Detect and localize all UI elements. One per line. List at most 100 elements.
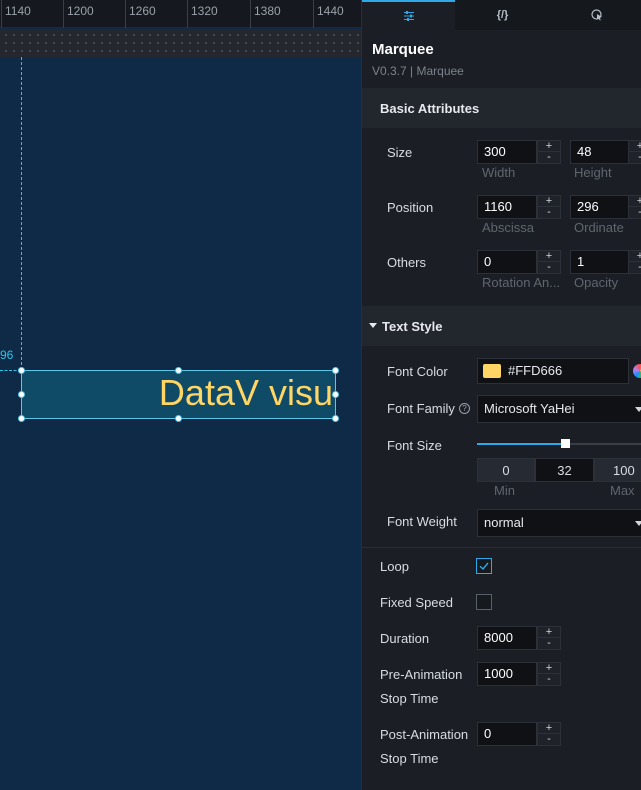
chevron-down-icon [635,407,641,412]
rotation-stepper[interactable]: + - [537,250,561,274]
duration-stepper[interactable]: + - [537,626,561,650]
resize-handle-top-left[interactable] [18,367,25,374]
color-swatch [483,364,501,378]
rotation-caption: Rotation An... [482,275,561,290]
position-label: Position [387,200,434,215]
text-style-header[interactable]: Text Style [362,306,641,346]
help-icon[interactable]: ? [459,403,470,414]
size-label: Size [387,145,413,160]
component-title: Marquee [372,41,434,58]
resize-handle-left[interactable] [18,391,25,398]
ruler-tick [63,0,64,28]
tab-interaction[interactable] [550,0,641,30]
opacity-input[interactable]: 1 [570,250,630,274]
width-caption: Width [482,165,516,180]
post-animation-input[interactable]: 0 [477,722,537,746]
decrement-button[interactable]: - [629,207,641,218]
font-weight-label: Font Weight [387,514,457,529]
decrement-button[interactable]: - [538,207,560,218]
design-canvas[interactable]: 1140 1200 1260 1320 1380 1440 96 DataV v… [0,0,361,790]
width-stepper[interactable]: + - [537,140,561,164]
height-stepper[interactable]: + - [628,140,641,164]
font-family-select[interactable]: Microsoft YaHei [477,395,641,423]
resize-handle-bottom-left[interactable] [18,415,25,422]
ruler-tick [313,0,314,28]
tab-data[interactable]: {/} [456,0,549,30]
x-input[interactable]: 1160 [477,195,537,219]
font-size-min-input[interactable]: 0 [477,458,535,482]
max-caption: Max [610,483,635,498]
font-size-max-input[interactable]: 100 [594,458,641,482]
chevron-down-icon [635,521,641,526]
ruler-tick [250,0,251,28]
selected-font-weight: normal [484,515,524,530]
resize-handle-bottom-right[interactable] [332,415,339,422]
pre-animation-input[interactable]: 1000 [477,662,537,686]
resize-handle-right[interactable] [332,391,339,398]
marquee-text: DataV visu [158,372,333,413]
section-title: Basic Attributes [380,101,480,116]
loop-checkbox[interactable] [476,558,492,574]
horizontal-ruler: 1140 1200 1260 1320 1380 1440 [0,0,361,28]
canvas-top-strip [0,29,361,57]
resize-handle-top-right[interactable] [332,367,339,374]
height-input[interactable]: 48 [570,140,630,164]
ruler-tick [1,0,2,28]
ruler-label: 1380 [254,4,281,18]
color-hex-value: #FFD666 [508,363,563,378]
interaction-icon [590,9,602,21]
fixed-speed-label: Fixed Speed [380,595,453,610]
post-animation-stepper[interactable]: + - [537,722,561,746]
section-title: Text Style [382,319,443,334]
component-version: V0.3.7 | Marquee [372,64,464,78]
config-panel: {/} Marquee V0.3.7 | Marquee Basic Attri… [361,0,641,790]
x-caption: Abscissa [482,220,535,235]
ruler-tick [125,0,126,28]
width-input[interactable]: 300 [477,140,537,164]
font-weight-select[interactable]: normal [477,509,641,537]
panel-tabbar: {/} [362,0,641,30]
resize-handle-top[interactable] [175,367,182,374]
opacity-caption: Opacity [574,275,619,290]
pre-animation-stepper[interactable]: + - [537,662,561,686]
x-stepper[interactable]: + - [537,195,561,219]
others-label: Others [387,255,427,270]
decrement-button[interactable]: - [538,152,560,163]
font-color-label: Font Color [387,364,448,379]
vertical-guide-line [21,57,22,370]
decrement-button[interactable]: - [629,262,641,273]
font-size-slider-track[interactable] [477,439,641,448]
color-picker-icon[interactable] [633,364,641,378]
font-color-input[interactable]: #FFD666 [477,358,629,384]
font-size-value-input[interactable]: 32 [535,458,594,482]
ruler-label: 1260 [129,4,156,18]
decrement-button[interactable]: - [538,734,560,745]
caret-down-icon [369,323,377,328]
opacity-stepper[interactable]: + - [628,250,641,274]
loop-label: Loop [380,559,409,574]
section-divider [362,547,641,548]
height-caption: Height [574,165,612,180]
decrement-button[interactable]: - [538,674,560,685]
font-size-slider-handle[interactable] [561,439,570,448]
ruler-label: 1320 [191,4,218,18]
marquee-component[interactable]: DataV visu [21,370,336,419]
tab-config[interactable] [362,0,455,30]
decrement-button[interactable]: - [629,152,641,163]
post-animation-label: Post-Animation [380,727,469,742]
guide-position-label: 96 [0,348,14,362]
resize-handle-bottom[interactable] [175,415,182,422]
decrement-button[interactable]: - [538,262,560,273]
duration-label: Duration [380,631,430,646]
min-caption: Min [494,483,515,498]
selected-font-family: Microsoft YaHei [484,401,575,416]
decrement-button[interactable]: - [538,638,560,649]
fixed-speed-checkbox[interactable] [476,594,492,610]
code-icon: {/} [496,9,509,21]
duration-input[interactable]: 8000 [477,626,537,650]
rotation-input[interactable]: 0 [477,250,537,274]
y-input[interactable]: 296 [570,195,630,219]
app-root: 1140 1200 1260 1320 1380 1440 96 DataV v… [0,0,641,790]
y-stepper[interactable]: + - [628,195,641,219]
y-caption: Ordinate [574,220,624,235]
